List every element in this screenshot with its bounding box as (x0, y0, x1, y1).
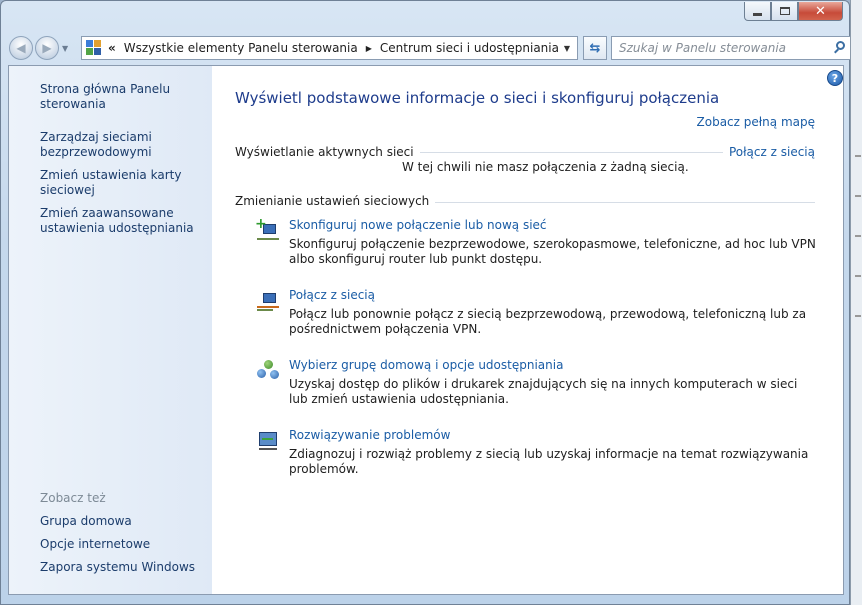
homegroup-icon (255, 358, 281, 382)
close-icon: ✕ (815, 3, 826, 19)
content-frame: Strona główna Panelu sterowania Zarządza… (8, 65, 844, 595)
help-icon: ? (831, 71, 839, 85)
task-link-connect-to-network[interactable]: Połącz z siecią (289, 288, 375, 302)
navigation-bar: ◀ ▶ ▼ « Wszystkie elementy Panelu sterow… (9, 34, 853, 62)
task-description-homegroup-sharing: Uzyskaj dostęp do plików i drukarek znaj… (289, 377, 798, 406)
main-content: Wyświetl podstawowe informacje o sieci i… (235, 66, 825, 594)
maximize-button[interactable] (771, 2, 798, 21)
breadcrumb-all-items[interactable]: Wszystkie elementy Panelu sterowania (124, 41, 358, 55)
breadcrumb-network-center[interactable]: Centrum sieci i udostępniania (380, 41, 559, 55)
change-settings-label: Zmienianie ustawień sieciowych (235, 194, 436, 208)
refresh-icon: ⇆ (589, 40, 601, 56)
connect-network-icon (255, 288, 281, 312)
task-description-connect-to-network: Połącz lub ponownie połącz z siecią bezp… (289, 307, 807, 336)
search-box[interactable]: Szukaj w Panelu sterowania (611, 36, 853, 60)
back-arrow-icon: ◀ (16, 41, 26, 55)
search-input[interactable]: Szukaj w Panelu sterowania (619, 41, 830, 55)
search-icon[interactable] (830, 38, 852, 58)
task-link-troubleshoot[interactable]: Rozwiązywanie problemów (289, 428, 450, 442)
address-bar[interactable]: « Wszystkie elementy Panelu sterowania ▶… (81, 36, 578, 60)
task-description-setup-new-connection: Skonfiguruj połączenie bezprzewodowe, sz… (289, 237, 816, 266)
forward-button[interactable]: ▶ (35, 36, 59, 60)
maximize-icon (779, 7, 790, 15)
sidebar-link-adapter-settings[interactable]: Zmień ustawienia karty sieciowej (40, 168, 205, 198)
see-also-internet-options[interactable]: Opcje internetowe (40, 537, 205, 552)
minimize-button[interactable] (744, 2, 771, 21)
view-full-map-link[interactable]: Zobacz pełną mapę (697, 115, 815, 129)
task-description-troubleshoot: Zdiagnozuj i rozwiąż problemy z siecią l… (289, 447, 809, 476)
new-connection-icon: + (255, 217, 281, 242)
control-panel-icon (86, 40, 102, 56)
see-also-heading: Zobacz też (40, 491, 106, 505)
caption-buttons: ✕ (744, 2, 843, 21)
address-dropdown-icon[interactable]: ▼ (557, 37, 577, 59)
back-button[interactable]: ◀ (9, 36, 33, 60)
control-panel-window: ✕ ◀ ▶ ▼ « Wszystkie elementy Panelu ster… (0, 0, 853, 605)
forward-arrow-icon: ▶ (42, 41, 52, 55)
close-button[interactable]: ✕ (798, 2, 843, 21)
help-button[interactable]: ? (827, 70, 843, 86)
breadcrumb-separator-icon[interactable]: ▶ (366, 44, 372, 53)
page-title: Wyświetl podstawowe informacje o sieci i… (235, 89, 720, 107)
active-networks-label: Wyświetlanie aktywnych sieci (235, 145, 420, 159)
troubleshoot-icon (255, 428, 281, 452)
recent-pages-dropdown[interactable]: ▼ (62, 44, 72, 53)
sidebar: Strona główna Panelu sterowania Zarządza… (9, 66, 212, 594)
sidebar-link-advanced-sharing[interactable]: Zmień zaawansowane ustawienia udostępnia… (40, 206, 205, 236)
refresh-button[interactable]: ⇆ (583, 36, 607, 60)
minimize-icon (753, 12, 762, 16)
connect-to-network-link[interactable]: Połącz z siecią (723, 145, 815, 159)
background-window-edge (850, 0, 862, 605)
see-also-homegroup[interactable]: Grupa domowa (40, 514, 205, 529)
task-link-setup-new-connection[interactable]: Skonfiguruj nowe połączenie lub nową sie… (289, 218, 547, 232)
breadcrumb-overflow-chevron[interactable]: « (108, 41, 116, 55)
sidebar-link-manage-wireless[interactable]: Zarządzaj sieciami bezprzewodowymi (40, 130, 205, 160)
no-connection-status: W tej chwili nie masz połączenia z żadną… (402, 160, 689, 174)
task-link-homegroup-sharing[interactable]: Wybierz grupę domową i opcje udostępnian… (289, 358, 563, 372)
sidebar-link-control-panel-home[interactable]: Strona główna Panelu sterowania (40, 82, 205, 112)
see-also-windows-firewall[interactable]: Zapora systemu Windows (40, 560, 205, 575)
